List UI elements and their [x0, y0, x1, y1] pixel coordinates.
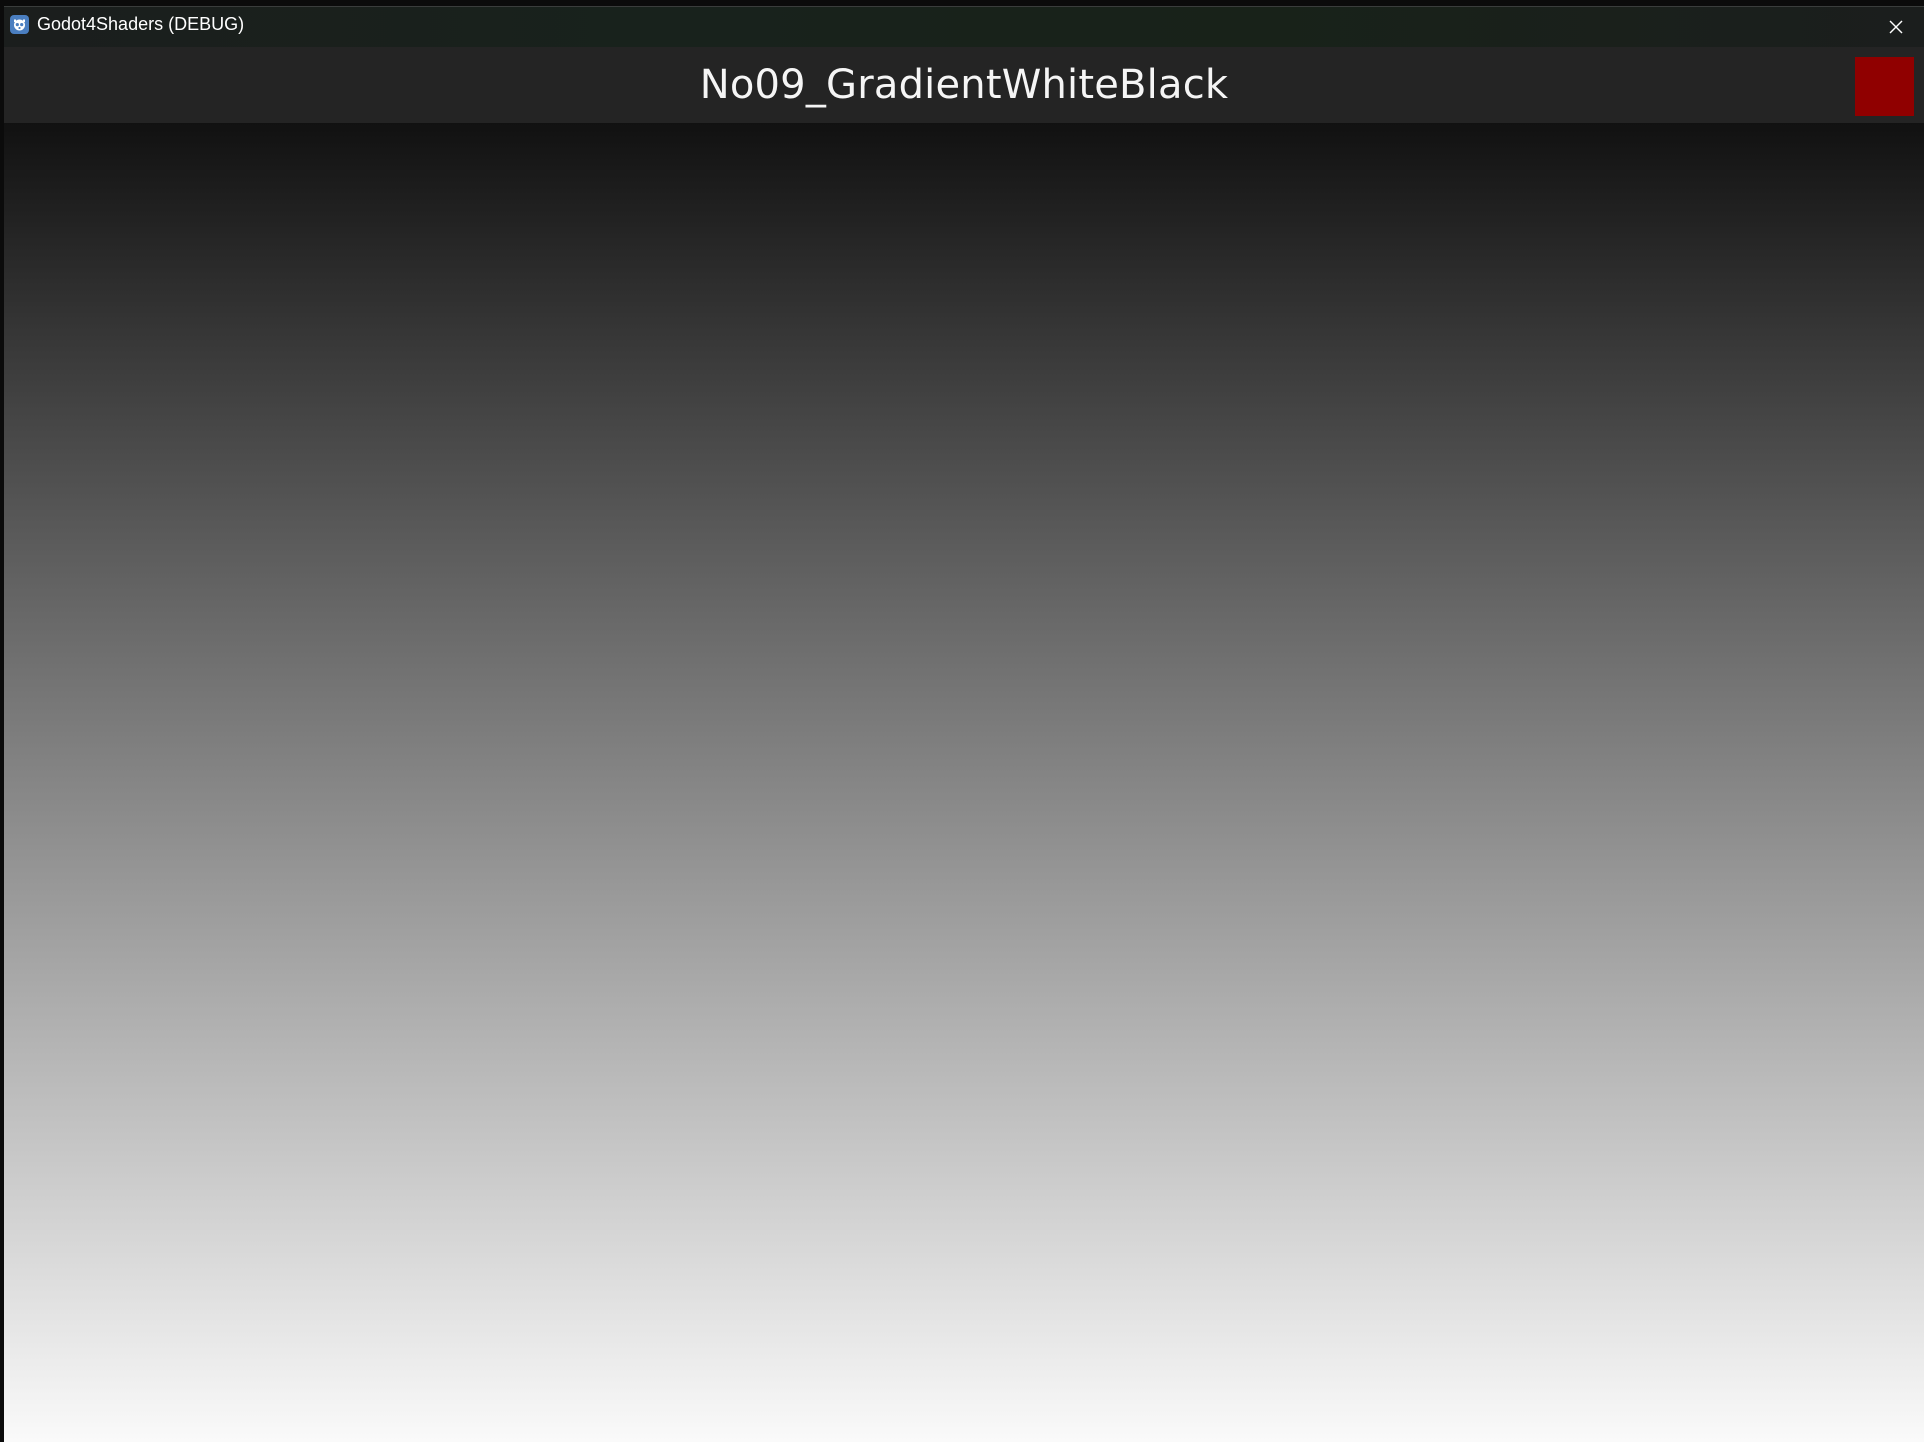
window-title: Godot4Shaders (DEBUG): [37, 14, 245, 34]
godot-icon: [10, 15, 29, 34]
scene-title: No09_GradientWhiteBlack: [699, 62, 1229, 108]
shader-viewport: [4, 123, 1924, 1442]
close-icon: [1889, 20, 1903, 34]
game-window: Godot4Shaders (DEBUG) No09_GradientWhite…: [4, 6, 1924, 1442]
title-bar[interactable]: Godot4Shaders (DEBUG): [4, 7, 1924, 47]
scene-header: No09_GradientWhiteBlack: [4, 47, 1924, 123]
next-scene-button[interactable]: [1855, 57, 1914, 116]
close-button[interactable]: [1868, 7, 1924, 47]
